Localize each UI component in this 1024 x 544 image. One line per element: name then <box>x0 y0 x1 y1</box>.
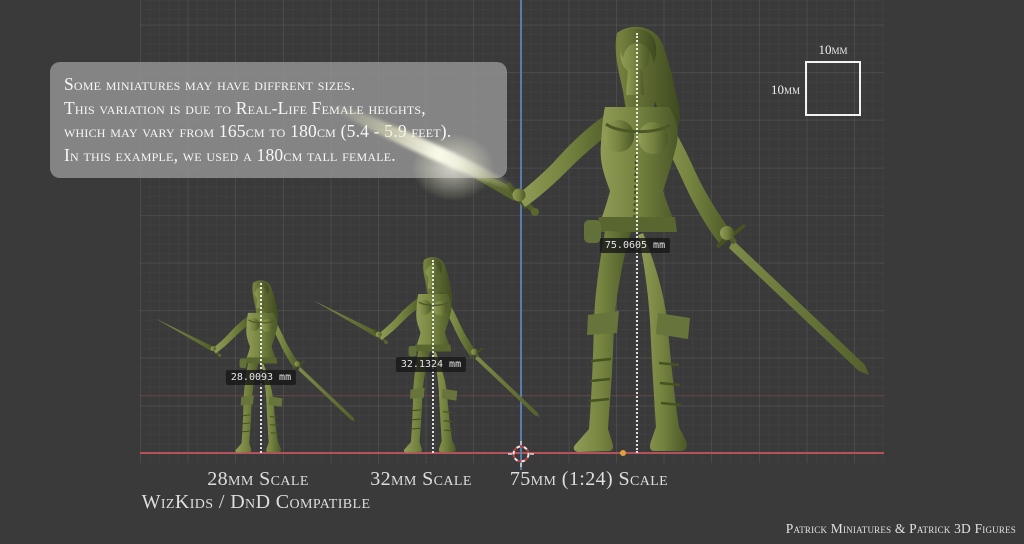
object-origin-dot <box>620 450 626 456</box>
watermark: Patrick Miniatures & Patrick 3D Figures <box>786 521 1016 537</box>
blender-viewport-screenshot: 28.0093 mm 32.1324 mm 75.0605 mm Some mi… <box>0 0 1024 544</box>
measurement-label-28mm: 28.0093 mm <box>226 370 296 385</box>
lens-flare-glow <box>398 122 508 212</box>
reference-square-side-label: 10mm <box>771 82 800 98</box>
info-line-2: This variation is due to Real-Life Femal… <box>64 97 507 121</box>
measure-line-28mm <box>260 283 262 453</box>
scale-label-32mm: 32mm Scale <box>370 468 472 491</box>
reference-square-10mm <box>805 61 861 116</box>
cursor-3d-icon[interactable] <box>508 441 534 467</box>
info-line-1: Some miniatures may have diffrent sizes. <box>64 73 507 97</box>
measurement-label-32mm: 32.1324 mm <box>396 357 466 372</box>
scale-sublabel-wizkids: WizKids / DnD Compatible <box>142 491 371 514</box>
scale-label-28mm: 28mm Scale <box>207 468 309 491</box>
reference-square-top-label: 10mm <box>818 42 847 58</box>
measurement-label-75mm: 75.0605 mm <box>600 238 670 253</box>
miniature-figure-32mm[interactable] <box>313 257 539 452</box>
scale-label-75mm: 75mm (1:24) Scale <box>510 468 668 491</box>
